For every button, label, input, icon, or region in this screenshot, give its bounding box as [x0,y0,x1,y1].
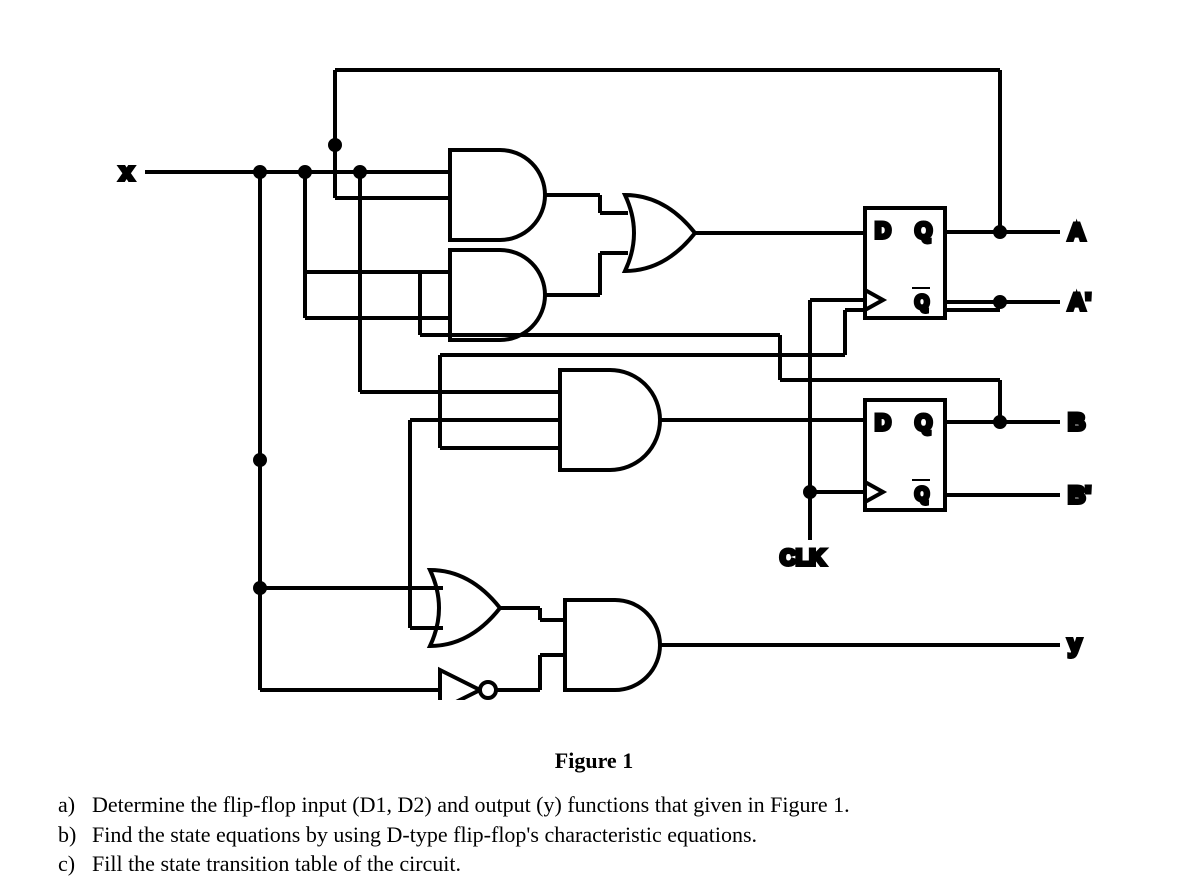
question-b-text: Find the state equations by using D-type… [92,820,757,850]
circuit-diagram: x D Q Q A A' [0,0,1188,700]
ff1-Q-label: Q [915,218,932,243]
question-a-letter: a) [58,790,92,820]
label-Aprime: A' [1068,289,1091,316]
question-c-text: Fill the state transition table of the c… [92,849,461,879]
questions-block: a)Determine the flip-flop input (D1, D2)… [58,790,850,879]
ff2-D-label: D [875,410,891,435]
ff2-Qbar-label: Q [915,484,929,504]
question-b-letter: b) [58,820,92,850]
label-A: A [1068,219,1085,246]
label-CLK: CLK [780,545,825,570]
ff1-D-label: D [875,218,891,243]
label-y: y [1068,631,1082,658]
label-Bprime: B' [1068,482,1091,509]
ff2-Q-label: Q [915,410,932,435]
label-B: B [1068,409,1085,436]
ff1-Qbar-label: Q [915,292,929,312]
question-a-text: Determine the flip-flop input (D1, D2) a… [92,790,850,820]
figure-caption: Figure 1 [0,748,1188,774]
question-c-letter: c) [58,849,92,879]
label-x: x [120,159,134,186]
